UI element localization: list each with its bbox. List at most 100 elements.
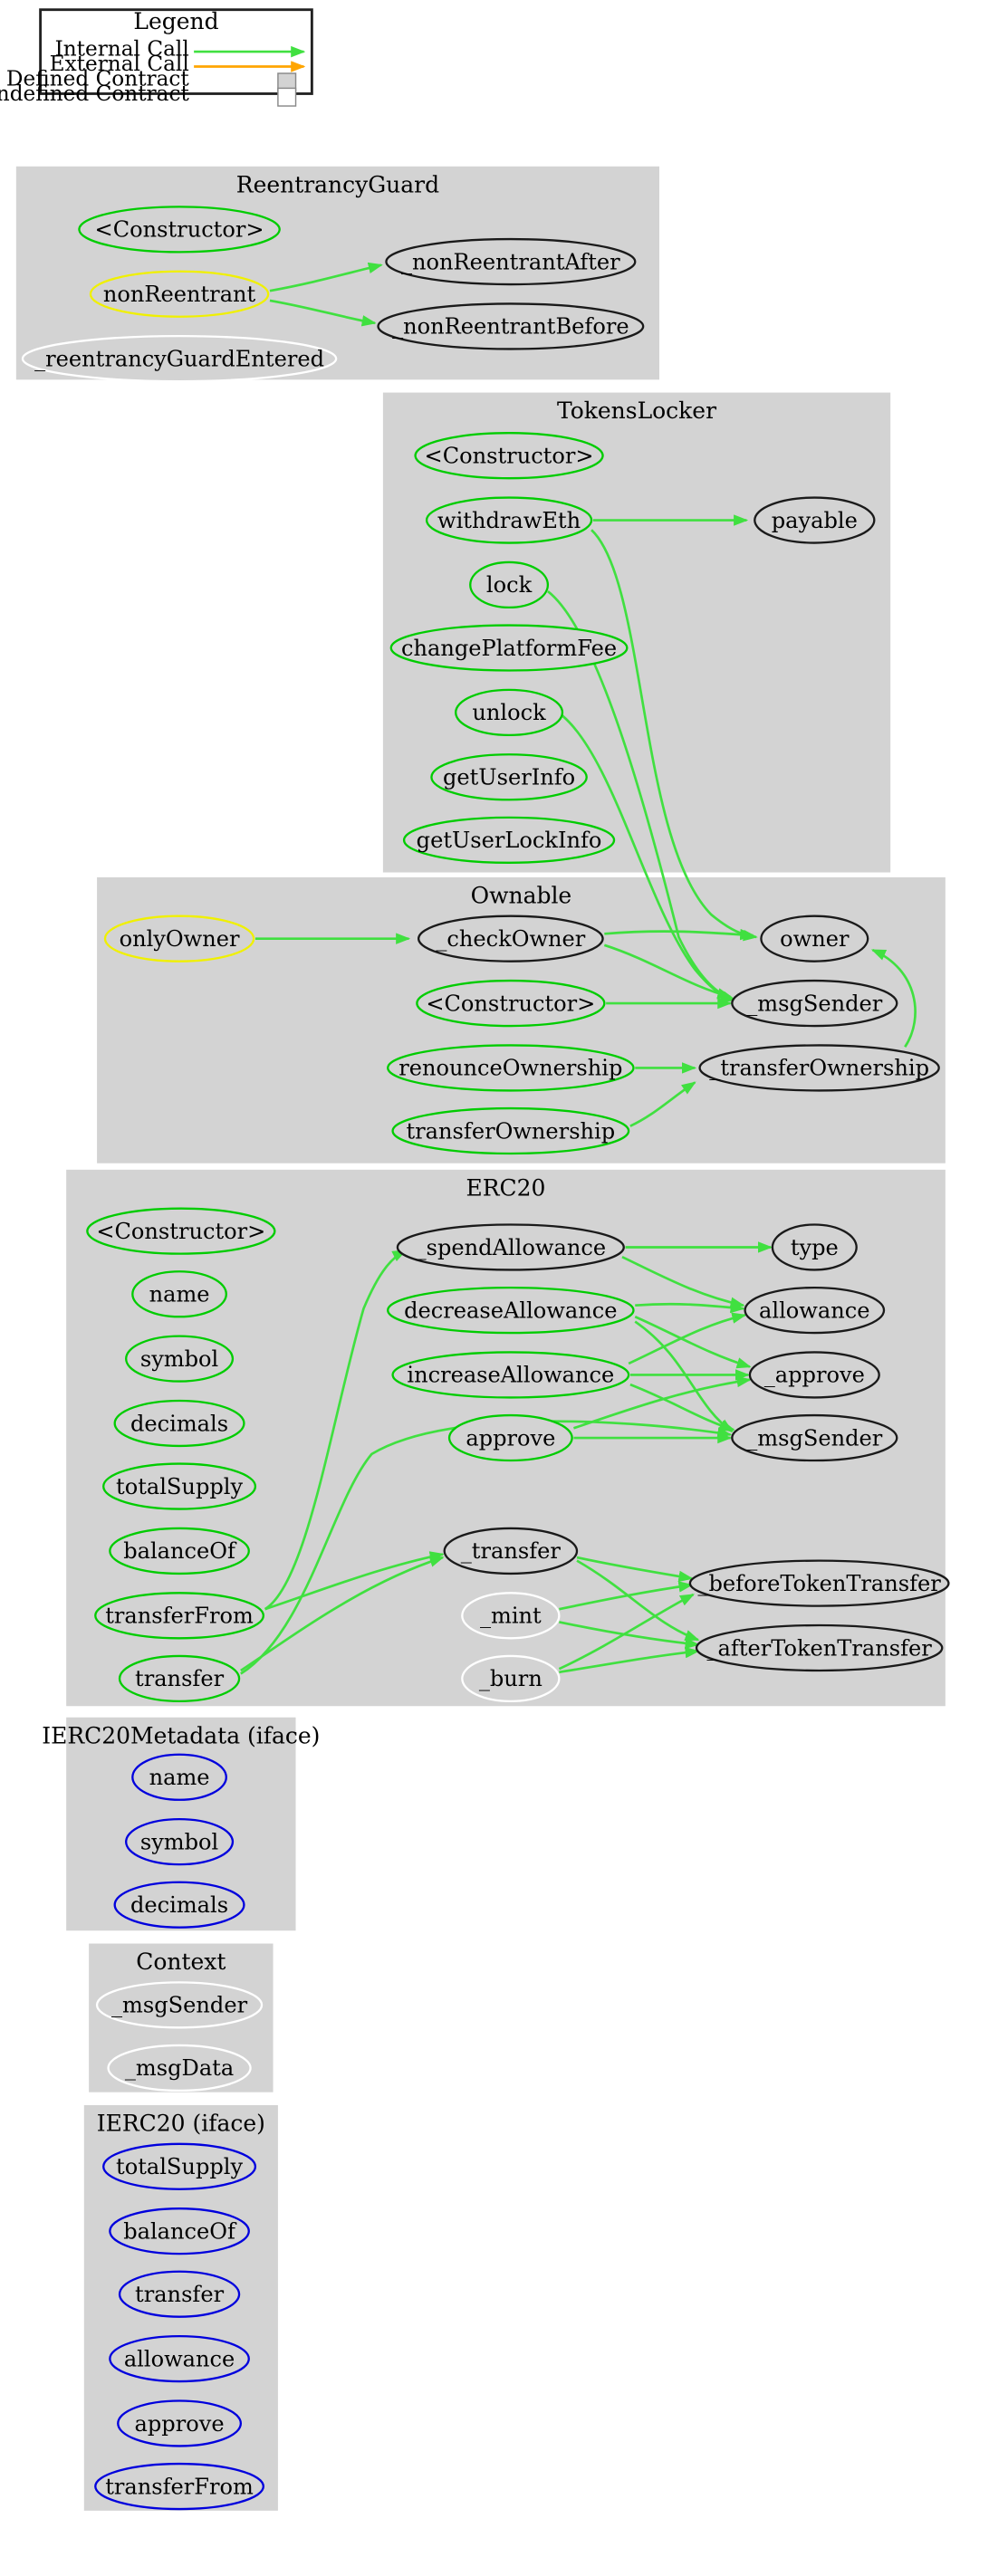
cluster-title: TokensLocker: [557, 397, 716, 424]
node-approve[interactable]: _approve: [748, 1351, 880, 1399]
node-nonreentrantafter[interactable]: _nonReentrantAfter: [385, 237, 637, 286]
node-label: transfer: [135, 2282, 225, 2307]
node-label: _reentrancyGuardEntered: [34, 346, 324, 371]
cluster-title: IERC20 (iface): [97, 2111, 265, 2137]
node-decimals[interactable]: decimals: [113, 1881, 245, 1929]
node-label: decimals: [130, 1411, 228, 1436]
node-label: _checkOwner: [436, 926, 585, 952]
node-label: symbol: [140, 1829, 218, 1854]
node-label: <Constructor>: [425, 443, 594, 468]
node-label: approve: [466, 1425, 555, 1451]
node-burn[interactable]: _burn: [461, 1654, 561, 1703]
node-totalsupply[interactable]: totalSupply: [102, 2142, 257, 2190]
cluster-title: Ownable: [471, 882, 572, 908]
node-balanceof[interactable]: balanceOf: [109, 2207, 250, 2255]
node-transferfrom[interactable]: transferFrom: [94, 2462, 265, 2511]
node-nonreentrantbefore[interactable]: _nonReentrantBefore: [377, 302, 645, 350]
node-label: type: [791, 1235, 839, 1260]
node-label: decimals: [130, 1892, 228, 1918]
node-type[interactable]: type: [771, 1223, 858, 1271]
node-label: getUserInfo: [443, 765, 575, 790]
node-label: _approve: [764, 1363, 865, 1388]
node-label: _msgSender: [111, 1993, 248, 2018]
node-label: allowance: [759, 1298, 869, 1323]
node-label: _msgSender: [746, 991, 883, 1016]
cluster-title: Context: [136, 1949, 226, 1975]
node-label: <Constructor>: [426, 991, 595, 1016]
node-lock[interactable]: lock: [469, 560, 550, 609]
node-msgsender[interactable]: _msgSender: [731, 979, 898, 1028]
node-label: allowance: [124, 2346, 235, 2371]
node-decimals[interactable]: decimals: [113, 1399, 245, 1448]
node-unlock[interactable]: unlock: [455, 688, 564, 737]
node-label: _msgData: [125, 2055, 234, 2081]
node-transfer[interactable]: transfer: [118, 1654, 241, 1703]
node-totalsupply[interactable]: totalSupply: [102, 1462, 257, 1510]
node-allowance[interactable]: allowance: [744, 1286, 886, 1335]
node-allowance[interactable]: allowance: [109, 2334, 250, 2383]
legend-group: LegendInternal CallExternal CallDefined …: [0, 8, 313, 107]
cluster-title: ReentrancyGuard: [236, 171, 439, 197]
node-getuserlockinfo[interactable]: getUserLockInfo: [402, 816, 616, 864]
cluster-title: ERC20: [466, 1174, 546, 1201]
node-owner[interactable]: owner: [760, 915, 869, 962]
node-mint[interactable]: _mint: [461, 1592, 561, 1640]
node-msgdata[interactable]: _msgData: [107, 2044, 252, 2092]
node-increaseallowance[interactable]: increaseAllowance: [391, 1351, 630, 1399]
node-label: _msgSender: [746, 1425, 883, 1451]
node-label: totalSupply: [116, 1474, 243, 1499]
node-beforetokentransfer[interactable]: _beforeTokenTransfer: [688, 1559, 950, 1607]
node-symbol[interactable]: symbol: [125, 1817, 235, 1866]
node-constructor[interactable]: <Constructor>: [78, 206, 281, 254]
node-msgsender[interactable]: _msgSender: [95, 1981, 264, 2029]
node-label: _nonReentrantBefore: [392, 314, 629, 340]
node-checkowner[interactable]: _checkOwner: [417, 915, 604, 962]
node-approve[interactable]: approve: [447, 1413, 573, 1462]
node-label: onlyOwner: [120, 926, 240, 952]
node-label: renounceOwnership: [398, 1056, 622, 1081]
node-constructor[interactable]: <Constructor>: [414, 432, 604, 480]
node-withdraweth[interactable]: withdrawEth: [425, 496, 593, 544]
node-label: name: [149, 1765, 210, 1790]
node-changeplatformfee[interactable]: changePlatformFee: [389, 624, 629, 672]
node-spendallowance[interactable]: _spendAllowance: [396, 1223, 625, 1271]
node-label: increaseAllowance: [407, 1363, 614, 1388]
node-getuserinfo[interactable]: getUserInfo: [430, 753, 588, 801]
node-renounceownership[interactable]: renounceOwnership: [387, 1044, 635, 1092]
node-constructor[interactable]: <Constructor>: [86, 1207, 276, 1255]
node-name[interactable]: name: [131, 1753, 227, 1801]
node-label: name: [149, 1282, 210, 1307]
cluster-title: IERC20Metadata (iface): [42, 1722, 320, 1748]
node-label: <Constructor>: [96, 1219, 265, 1244]
node-label: <Constructor>: [95, 217, 264, 243]
node-msgsender[interactable]: _msgSender: [731, 1413, 898, 1462]
node-transfer[interactable]: transfer: [118, 2270, 241, 2318]
node-label: _transfer: [461, 1538, 562, 1564]
node-label: transferOwnership: [407, 1118, 616, 1144]
node-nonreentrant[interactable]: nonReentrant: [89, 270, 270, 318]
node-transferfrom[interactable]: transferFrom: [94, 1592, 265, 1640]
node-onlyowner[interactable]: onlyOwner: [103, 915, 255, 962]
node-balanceof[interactable]: balanceOf: [109, 1527, 250, 1575]
node-name[interactable]: name: [131, 1270, 227, 1318]
node-symbol[interactable]: symbol: [125, 1335, 235, 1383]
node-aftertokentransfer[interactable]: _afterTokenTransfer: [695, 1623, 944, 1672]
node-payable[interactable]: payable: [754, 496, 876, 544]
node-constructor[interactable]: <Constructor>: [416, 979, 606, 1028]
node-label: transfer: [135, 1666, 225, 1691]
legend: LegendInternal CallExternal CallDefined …: [0, 8, 313, 107]
node-reentrancyguardentered[interactable]: _reentrancyGuardEntered: [21, 334, 338, 383]
legend-label-undefined-contract: Undefined Contract: [0, 81, 189, 106]
node-transferownership[interactable]: _transferOwnership: [698, 1044, 940, 1092]
node-label: _transferOwnership: [709, 1056, 929, 1081]
call-graph-canvas: ReentrancyGuard TokensLocker Ownable ERC20 I…: [0, 8, 950, 2511]
node-label: unlock: [472, 700, 546, 725]
node-label: _burn: [479, 1666, 543, 1691]
node-label: symbol: [140, 1346, 218, 1372]
node-decreaseallowance[interactable]: decreaseAllowance: [387, 1286, 635, 1335]
node-transfer[interactable]: _transfer: [443, 1527, 579, 1575]
node-label: nonReentrant: [103, 282, 256, 307]
node-transferownership[interactable]: transferOwnership: [391, 1106, 630, 1155]
node-approve[interactable]: approve: [117, 2399, 243, 2447]
node-label: transferFrom: [105, 1604, 254, 1629]
